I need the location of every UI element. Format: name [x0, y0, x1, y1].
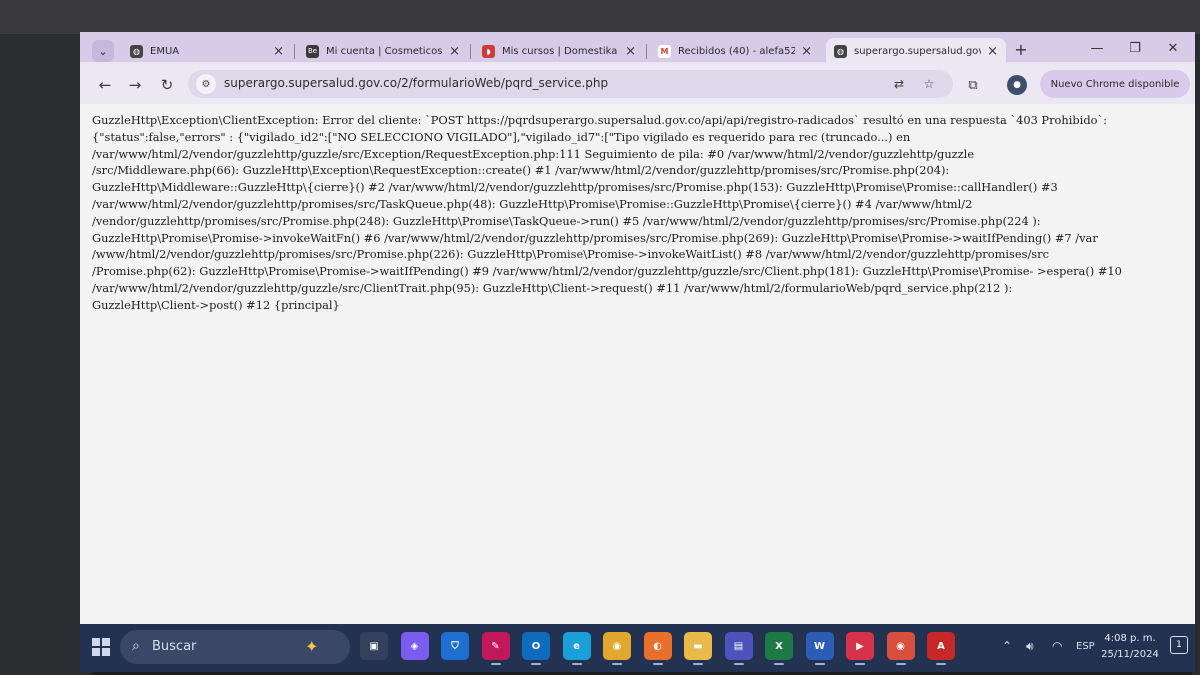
tab-title: superargo.supersalud.gov.co — [854, 45, 981, 57]
monitor-bezel-left — [0, 34, 92, 675]
tab-title: EMUA — [150, 45, 180, 57]
copilot-icon[interactable]: ◈ — [400, 632, 429, 660]
wifi-icon[interactable]: ◠ — [1052, 639, 1062, 653]
browser-toolbar: ← → ↻ ⚙ superargo.supersalud.gov.co/2/fo… — [80, 64, 1195, 104]
page-content: GuzzleHttp\Exception\ClientException: Er… — [80, 104, 1195, 624]
tab-separator — [470, 44, 471, 59]
word-icon[interactable]: W — [805, 632, 834, 665]
task-view-icon[interactable]: ▣ — [360, 632, 388, 660]
avatar-icon: ● — [1013, 80, 1021, 90]
tab-favicon: Be — [306, 44, 319, 58]
tab-title: Mi cuenta | Cosmeticos Belie — [326, 45, 443, 57]
profile-avatar[interactable]: ● — [1007, 75, 1027, 95]
tab-cosmeticos[interactable]: Be Mi cuenta | Cosmeticos Belie × — [298, 38, 468, 64]
clock-time: 4:08 p. m. — [1104, 633, 1156, 644]
tune-icon: ⚙ — [201, 78, 211, 90]
clock-date: 25/11/2024 — [1101, 649, 1159, 660]
tab-emua[interactable]: ◍ EMUA × — [122, 38, 292, 64]
tab-search-button[interactable]: ⌄ — [92, 40, 114, 62]
start-button[interactable] — [92, 638, 110, 656]
puzzle-icon: ⧉ — [968, 77, 978, 93]
defender-icon[interactable]: ⛉ — [441, 632, 469, 660]
windows-logo-icon — [102, 638, 110, 646]
teams-icon[interactable]: ▤ — [724, 632, 753, 665]
chrome-icon[interactable]: ◉ — [603, 632, 631, 665]
tab-favicon: ◗ — [482, 44, 495, 58]
restore-icon: ❐ — [1129, 40, 1141, 56]
chrome-profile-icon[interactable]: ◉ — [886, 632, 915, 665]
reload-button[interactable]: ↻ — [156, 74, 178, 96]
firefox-icon[interactable]: ◐ — [643, 632, 672, 665]
search-label: Buscar — [152, 639, 197, 654]
close-icon[interactable]: × — [987, 44, 998, 59]
tab-separator — [646, 44, 647, 59]
tab-title: Recibidos (40) - alefa526@g — [678, 45, 796, 57]
minimize-icon: — — [1090, 40, 1104, 56]
edge-icon[interactable]: e — [562, 632, 591, 665]
excel-icon[interactable]: X — [765, 632, 793, 665]
star-icon: ☆ — [923, 77, 935, 91]
notification-badge[interactable]: 1 — [1170, 636, 1188, 654]
tab-domestika[interactable]: ◗ Mis cursos | Domestika × — [474, 38, 644, 64]
arrow-left-icon: ← — [98, 76, 112, 94]
arrow-right-icon: → — [128, 76, 142, 94]
plus-icon: + — [1014, 39, 1028, 59]
url-text[interactable]: superargo.supersalud.gov.co/2/formulario… — [224, 76, 608, 90]
windows-logo-icon — [92, 648, 100, 656]
site-info-button[interactable]: ⚙ — [196, 74, 216, 94]
close-window-button[interactable]: ✕ — [1160, 38, 1186, 58]
monitor-bezel-top — [0, 0, 1200, 34]
forward-button[interactable]: → — [124, 74, 146, 96]
screen: ⌄ ◍ EMUA × Be Mi cuenta | Cosmeticos Bel… — [80, 32, 1195, 672]
close-icon[interactable]: × — [273, 44, 284, 59]
close-icon[interactable]: × — [625, 44, 636, 59]
sparkle-icon: ✦ — [305, 637, 319, 656]
volume-icon[interactable]: 🔊︎ — [1026, 639, 1034, 654]
tab-gmail[interactable]: M Recibidos (40) - alefa526@g × — [650, 38, 820, 64]
close-icon[interactable]: × — [801, 44, 812, 59]
tab-favicon: ◍ — [130, 44, 143, 58]
tab-separator — [294, 44, 295, 59]
address-bar[interactable]: ⚙ superargo.supersalud.gov.co/2/formular… — [188, 70, 953, 98]
chevron-up-icon[interactable]: ⌃ — [1002, 639, 1012, 653]
browser-tab-strip: ⌄ ◍ EMUA × Be Mi cuenta | Cosmeticos Bel… — [80, 32, 1195, 64]
tab-favicon: M — [658, 44, 671, 58]
paint-icon[interactable]: ✎ — [481, 632, 510, 665]
taskbar-search[interactable]: ⌕ Buscar ✦ — [120, 630, 350, 664]
minimize-button[interactable]: — — [1084, 38, 1110, 58]
new-tab-button[interactable]: + — [1010, 38, 1032, 60]
outlook-icon[interactable]: O — [522, 632, 550, 665]
reload-icon: ↻ — [160, 76, 174, 94]
tab-supersalud[interactable]: ◍ superargo.supersalud.gov.co × — [826, 38, 1006, 64]
translate-button[interactable]: ⇄ — [890, 75, 908, 93]
back-button[interactable]: ← — [94, 74, 116, 96]
file-explorer-icon[interactable]: ▬ — [684, 632, 712, 665]
search-icon: ⌕ — [132, 638, 140, 654]
extensions-button[interactable]: ⧉ — [962, 74, 984, 96]
tab-title: Mis cursos | Domestika — [502, 45, 618, 57]
restore-button[interactable]: ❐ — [1122, 38, 1148, 58]
tab-favicon: ◍ — [834, 44, 847, 58]
language-indicator[interactable]: ESP — [1076, 641, 1095, 652]
chevron-down-icon: ⌄ — [98, 44, 108, 58]
windows-logo-icon — [102, 648, 110, 656]
windows-logo-icon — [92, 638, 100, 646]
taskbar-clock[interactable]: 4:08 p. m. 25/11/2024 — [1100, 631, 1160, 663]
close-icon: ✕ — [1167, 40, 1179, 56]
chrome-update-button[interactable]: Nuevo Chrome disponible — [1040, 70, 1190, 98]
windows-taskbar: ⌕ Buscar ✦ ▣ ◈ ⛉ ✎ Oe ◉ ◐ ▬ ▤ X W ▶ ◉ A ⌃ 🔊︎ ◠ ESP 4:… — [80, 624, 1195, 672]
error-message: GuzzleHttp\Exception\ClientException: Er… — [92, 113, 1122, 312]
close-icon[interactable]: × — [449, 44, 460, 59]
media-player-icon[interactable]: ▶ — [846, 632, 874, 665]
acrobat-icon[interactable]: A — [927, 632, 955, 665]
bookmark-button[interactable]: ☆ — [920, 75, 938, 93]
translate-icon: ⇄ — [893, 77, 905, 91]
